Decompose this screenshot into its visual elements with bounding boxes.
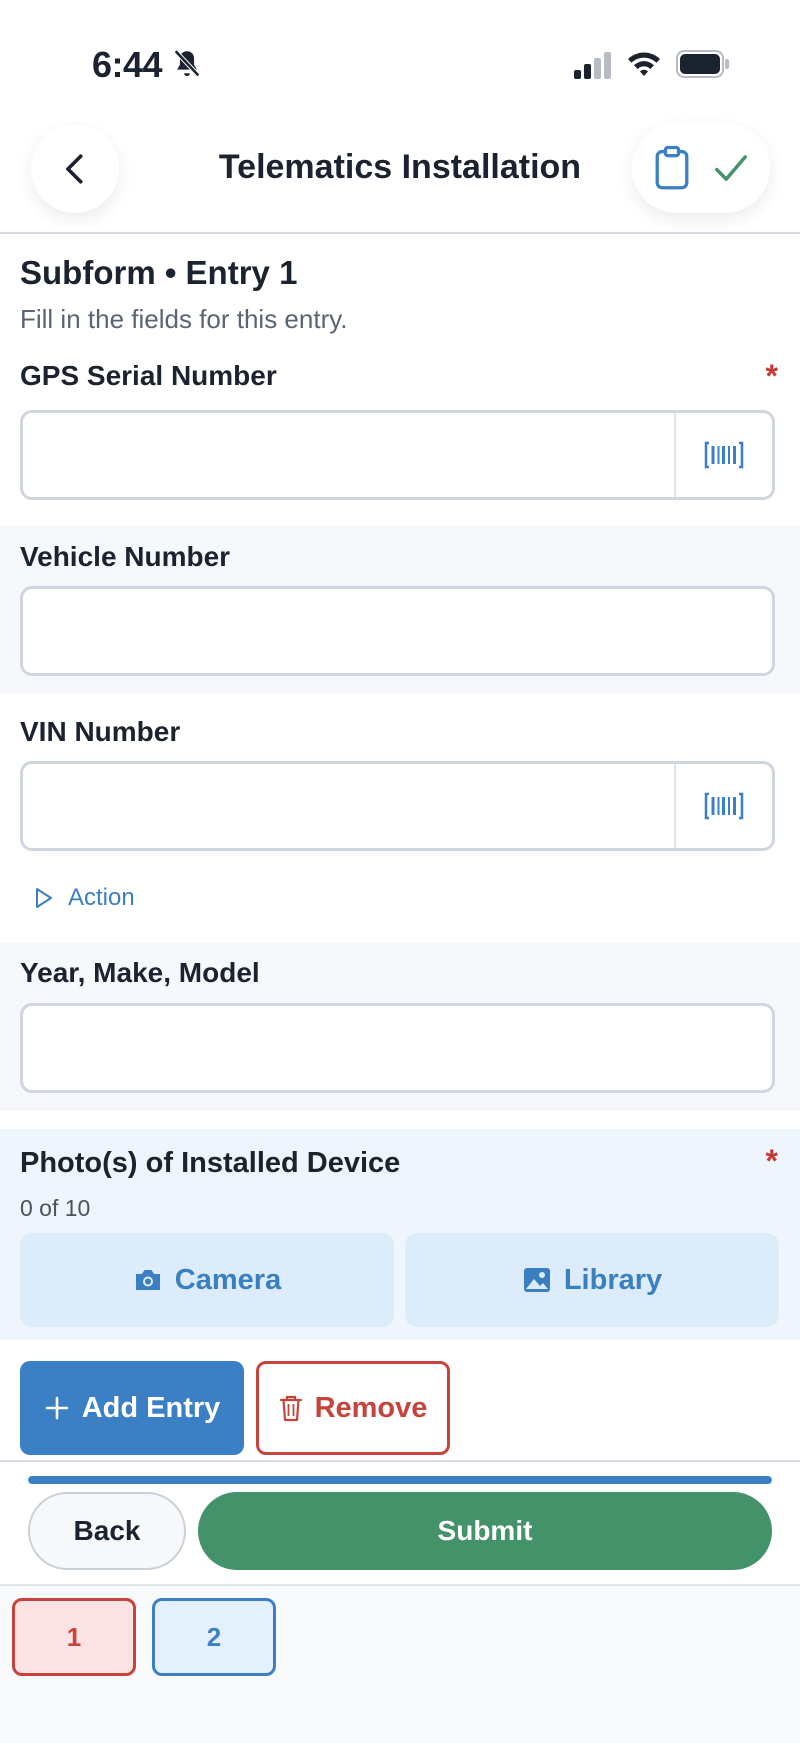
bell-muted-icon <box>174 49 200 77</box>
barcode-icon <box>704 792 744 820</box>
page-tab-2[interactable]: 2 <box>152 1598 276 1676</box>
camera-icon <box>135 1270 160 1290</box>
section-subtitle: Fill in the fields for this entry. <box>20 304 348 334</box>
header-actions <box>632 123 770 213</box>
add-entry-button[interactable]: Add Entry <box>20 1361 244 1455</box>
page-title: Telematics Installation <box>218 148 582 186</box>
page-tabs: 1 2 <box>0 1584 800 1743</box>
progress-fill <box>28 1476 772 1484</box>
year-make-model-label: Year, Make, Model <box>20 957 260 988</box>
library-button[interactable]: Library <box>405 1233 779 1327</box>
trash-icon <box>279 1395 302 1422</box>
submit-button[interactable]: Submit <box>198 1492 772 1570</box>
gps-serial-label: GPS Serial Number <box>20 360 277 391</box>
year-make-model-field: Year, Make, Model <box>0 943 800 1111</box>
back-button[interactable]: Back <box>28 1492 186 1570</box>
section-title: Subform • Entry 1 <box>20 254 298 291</box>
cellular-signal-icon <box>574 52 611 79</box>
progress-bar <box>28 1476 772 1484</box>
status-bar: 6:44 <box>0 0 800 120</box>
status-time: 6:44 <box>92 44 163 85</box>
action-link[interactable]: Action <box>34 884 135 912</box>
add-entry-label: Add Entry <box>81 1391 221 1424</box>
library-label: Library <box>563 1263 663 1296</box>
battery-icon <box>676 50 729 78</box>
vehicle-number-label: Vehicle Number <box>20 541 231 572</box>
required-marker: * <box>765 1143 778 1179</box>
vehicle-number-input[interactable] <box>20 586 775 676</box>
back-nav-button[interactable] <box>31 125 119 213</box>
gps-serial-field: GPS Serial Number * <box>0 350 800 522</box>
remove-entry-button[interactable]: Remove <box>256 1361 450 1455</box>
vin-number-input[interactable] <box>20 761 775 851</box>
photos-label: Photo(s) of Installed Device <box>20 1147 401 1179</box>
barcode-icon <box>704 441 744 469</box>
chevron-left-icon <box>66 154 83 184</box>
clipboard-icon[interactable] <box>652 145 692 191</box>
barcode-scan-button[interactable] <box>674 764 772 848</box>
vehicle-number-field: Vehicle Number <box>0 525 800 693</box>
vin-number-field: VIN Number <box>0 700 800 860</box>
camera-label: Camera <box>174 1263 282 1296</box>
photo-count: 0 of 10 <box>20 1195 91 1221</box>
image-icon <box>523 1268 550 1292</box>
barcode-scan-button[interactable] <box>674 413 772 497</box>
checkmark-icon[interactable] <box>712 149 750 187</box>
action-label: Action <box>68 884 135 911</box>
footer: Back Submit 1 2 <box>0 1460 800 1743</box>
vin-number-label: VIN Number <box>20 716 181 747</box>
plus-icon <box>45 1396 69 1420</box>
remove-label: Remove <box>314 1391 428 1424</box>
camera-button[interactable]: Camera <box>20 1233 394 1327</box>
wifi-icon <box>628 52 660 76</box>
year-make-model-input[interactable] <box>20 1003 775 1093</box>
photos-field: Photo(s) of Installed Device * 0 of 10 C… <box>0 1129 800 1340</box>
app-header: Telematics Installation <box>0 120 800 234</box>
page-tab-1[interactable]: 1 <box>12 1598 136 1676</box>
gps-serial-input[interactable] <box>20 410 775 500</box>
required-marker: * <box>765 358 778 394</box>
play-icon <box>36 888 52 908</box>
